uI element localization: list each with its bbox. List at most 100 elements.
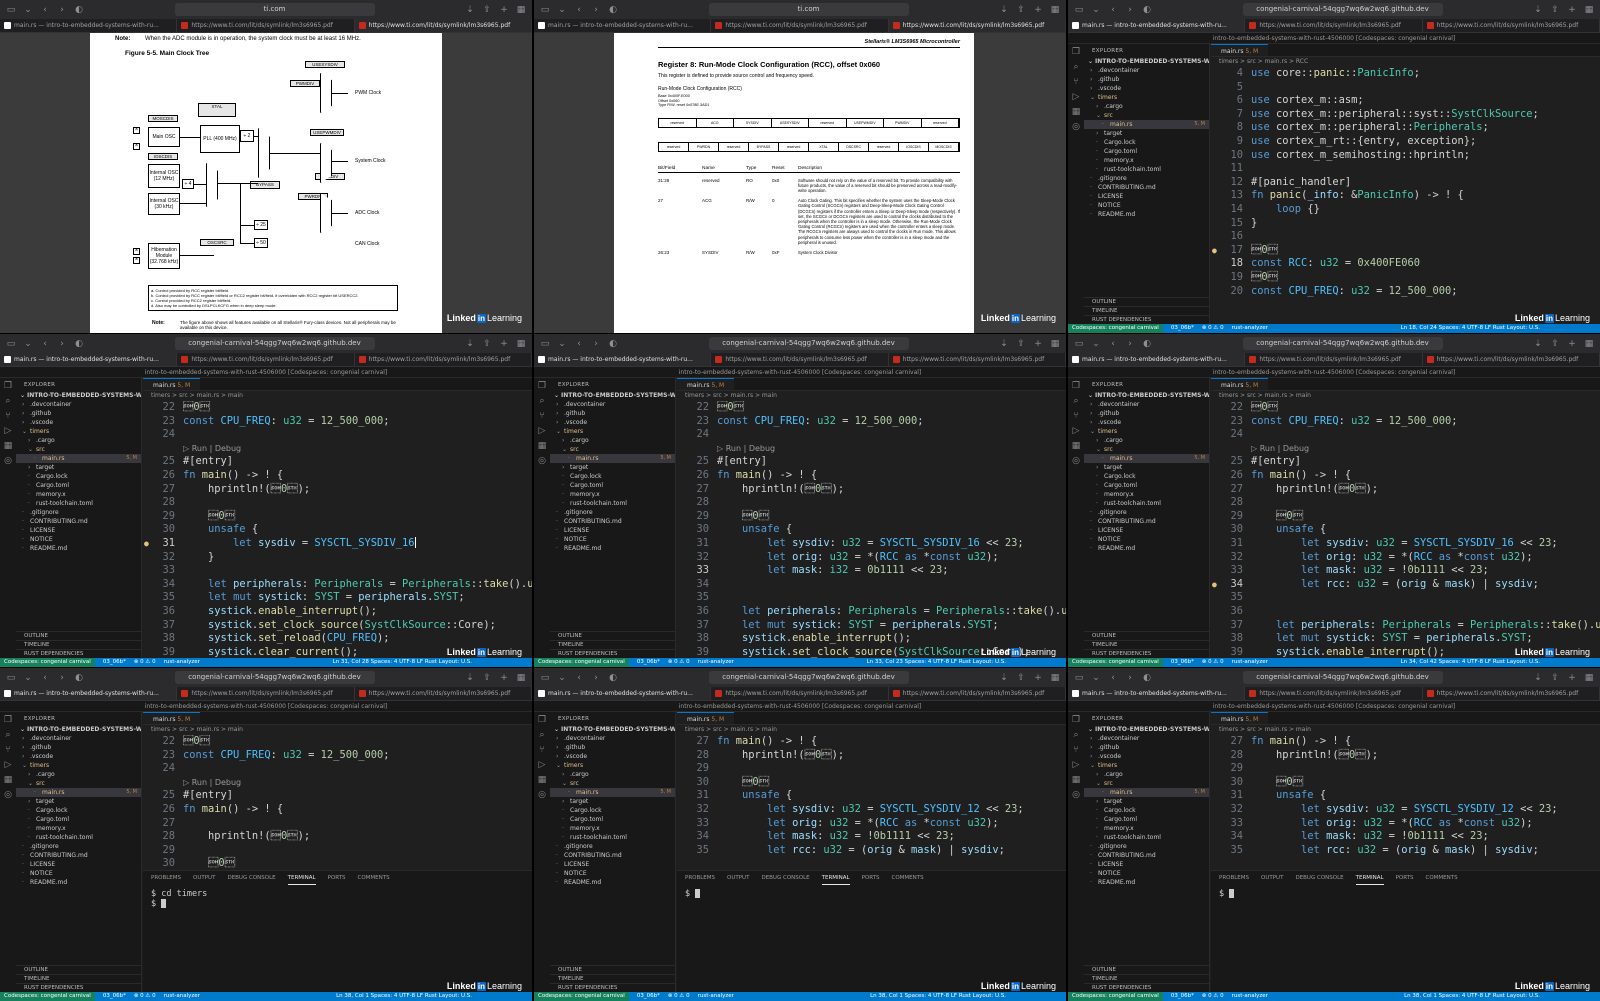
breadcrumb[interactable]: timers > src > main.rs > RCC [1211, 57, 1600, 67]
download-icon[interactable]: ⇣ [464, 5, 476, 15]
code-line[interactable]: 31 let sysdiv: u32 = SYSCTL_SYSDIV_16 <<… [1211, 537, 1600, 551]
remote-icon[interactable]: ◎ [538, 456, 546, 466]
back-icon[interactable]: ‹ [573, 673, 585, 683]
code-line[interactable]: ● 17 0 [1211, 244, 1600, 258]
run-debug-icon[interactable]: ▷ [5, 760, 12, 770]
explorer-item[interactable]: · Cargo.toml [550, 815, 675, 824]
explorer-item[interactable]: · rust-toolchain.toml [16, 499, 141, 508]
explorer-root[interactable]: ⌄INTRO-TO-EMBEDDED-SYSTEMS-WITH-RUST-4..… [550, 391, 675, 400]
code-line[interactable]: 37 let peripherals: Peripherals = Periph… [1211, 619, 1600, 633]
tab-overview-icon[interactable]: ▦ [1049, 5, 1061, 15]
timeline-section[interactable]: TIMELINE [550, 640, 675, 649]
explorer-item[interactable]: ⌄ src [16, 779, 141, 788]
timeline-section[interactable]: TIMELINE [16, 640, 141, 649]
files-icon[interactable]: ❐ [1072, 381, 1080, 391]
new-tab-icon[interactable]: + [1566, 339, 1578, 349]
forward-icon[interactable]: › [590, 339, 602, 349]
explorer-item[interactable]: · Cargo.toml [1084, 815, 1209, 824]
explorer-item[interactable]: · NOTICE [16, 535, 141, 544]
tab-overview-icon[interactable]: ▦ [1583, 5, 1595, 15]
code-line[interactable]: 36 let peripherals: Peripherals = Periph… [677, 605, 1066, 619]
browser-tab-pdf-2[interactable]: https://www.ti.com/lit/ds/symlink/lm3s69… [1423, 19, 1600, 32]
chevron-down-icon[interactable]: ⌄ [1090, 339, 1102, 349]
code-line[interactable]: 4 use core::panic::PanicInfo; [1211, 67, 1600, 81]
explorer-item[interactable]: › .github [550, 743, 675, 752]
timeline-section[interactable]: TIMELINE [1084, 640, 1209, 649]
explorer-item[interactable]: · Cargo.toml [16, 815, 141, 824]
code-lens[interactable]: ▷ Run | Debug [677, 442, 1066, 456]
explorer-item[interactable]: › target [16, 463, 141, 472]
remote-indicator[interactable]: Codespaces: congenial carnival [534, 658, 629, 667]
code-line[interactable]: 37 systick.set_clock_source(SystClkSourc… [143, 619, 532, 633]
run-debug-icon[interactable]: ▷ [539, 426, 546, 436]
code-line[interactable]: 35 [1211, 591, 1600, 605]
outline-section[interactable]: OUTLINE [16, 631, 141, 640]
code-line[interactable]: 27 [143, 817, 532, 831]
source-control-icon[interactable]: ⑂ [5, 745, 10, 755]
rust-deps-section[interactable]: RUST DEPENDENCIES [550, 983, 675, 992]
code-line[interactable]: 23 const CPU_FREQ: u32 = 12_500_000; [677, 415, 1066, 429]
code-line[interactable]: 28 hprintln!(0); [143, 830, 532, 844]
browser-tab-pdf[interactable]: https://www.ti.com/lit/ds/symlink/lm3s69… [1245, 353, 1423, 366]
remote-icon[interactable]: ◎ [1072, 790, 1080, 800]
outline-section[interactable]: OUTLINE [550, 631, 675, 640]
browser-tab-pdf-2[interactable]: https://www.ti.com/lit/ds/symlink/lm3s69… [354, 19, 532, 32]
explorer-item[interactable]: ⌄ timers [550, 427, 675, 436]
code-line[interactable]: 38 systick.enable_interrupt(); [677, 632, 1066, 646]
forward-icon[interactable]: › [1124, 673, 1136, 683]
code-line[interactable]: 31 unsafe { [1211, 789, 1600, 803]
explorer-item[interactable]: · memory.x [1084, 490, 1209, 499]
explorer-item[interactable]: · main.rs 5, M [1084, 788, 1209, 797]
explorer-item[interactable]: · NOTICE [550, 869, 675, 878]
code-line[interactable]: 12 #[panic_handler] [1211, 176, 1600, 190]
rust-deps-section[interactable]: RUST DEPENDENCIES [16, 983, 141, 992]
explorer-item[interactable]: · LICENSE [1084, 192, 1209, 201]
explorer-item[interactable]: › .cargo [1084, 436, 1209, 445]
explorer-item[interactable]: · .gitignore [550, 842, 675, 851]
browser-tab-pdf-2[interactable]: https://www.ti.com/lit/ds/symlink/lm3s69… [1423, 687, 1600, 700]
source-control-icon[interactable]: ⑂ [1073, 745, 1078, 755]
explorer-item[interactable]: · .gitignore [16, 508, 141, 517]
shield-icon[interactable]: ◐ [1141, 673, 1153, 683]
explorer-item[interactable]: › .cargo [1084, 102, 1209, 111]
explorer-item[interactable]: · README.md [16, 878, 141, 887]
explorer-item[interactable]: › .github [16, 743, 141, 752]
browser-tab-main-rs[interactable]: main.rs — intro-to-embedded-systems-with… [1068, 687, 1246, 700]
search-icon[interactable]: ⌕ [5, 730, 10, 740]
explorer-item[interactable]: ⌄ src [1084, 445, 1209, 454]
back-icon[interactable]: ‹ [39, 339, 51, 349]
remote-icon[interactable]: ◎ [538, 790, 546, 800]
shield-icon[interactable]: ◐ [607, 5, 619, 15]
code-line[interactable]: 35 let rcc: u32 = (orig & mask) | sysdiv… [677, 844, 1066, 858]
code-line[interactable]: 28 hprintln!(0); [677, 749, 1066, 763]
explorer-item[interactable]: · CONTRIBUTING.md [1084, 183, 1209, 192]
explorer-item[interactable]: › .github [1084, 75, 1209, 84]
explorer-item[interactable]: · LICENSE [1084, 860, 1209, 869]
explorer-item[interactable]: · README.md [1084, 210, 1209, 219]
rust-analyzer-status[interactable]: rust-analyzer [1232, 658, 1268, 667]
browser-tab-main-rs[interactable]: main.rs — intro-to-embedded-systems-with… [534, 353, 712, 366]
browser-tab-pdf-2[interactable]: https://www.ti.com/lit/ds/symlink/lm3s69… [889, 353, 1066, 366]
code-line[interactable]: 30 0 [143, 857, 532, 871]
breadcrumb[interactable]: timers > src > main.rs > main [677, 725, 1066, 735]
explorer-item[interactable]: · README.md [16, 544, 141, 553]
new-tab-icon[interactable]: + [1032, 5, 1044, 15]
explorer-item[interactable]: · rust-toolchain.toml [1084, 165, 1209, 174]
search-icon[interactable]: ⌕ [1073, 730, 1078, 740]
editor-tab-main-rs[interactable]: main.rs 5, M [1211, 44, 1269, 56]
code-line[interactable]: 24 [143, 762, 532, 776]
explorer-item[interactable]: › .cargo [1084, 770, 1209, 779]
run-debug-icon[interactable]: ▷ [1073, 426, 1080, 436]
run-debug-icon[interactable]: ▷ [1073, 760, 1080, 770]
code-line[interactable]: 29 0 [143, 510, 532, 524]
remote-indicator[interactable]: Codespaces: congenial carnival [0, 658, 95, 667]
code-line[interactable]: 29 [1211, 762, 1600, 776]
panel-tab[interactable]: OUTPUT [727, 871, 749, 885]
code-line[interactable]: 22 0 [677, 401, 1066, 415]
explorer-item[interactable]: › .vscode [550, 752, 675, 761]
explorer-item[interactable]: · main.rs 5, M [16, 454, 141, 463]
back-icon[interactable]: ‹ [573, 339, 585, 349]
back-icon[interactable]: ‹ [1107, 673, 1119, 683]
panel-tab[interactable]: OUTPUT [193, 871, 215, 885]
extensions-icon[interactable]: ▦ [4, 775, 13, 785]
